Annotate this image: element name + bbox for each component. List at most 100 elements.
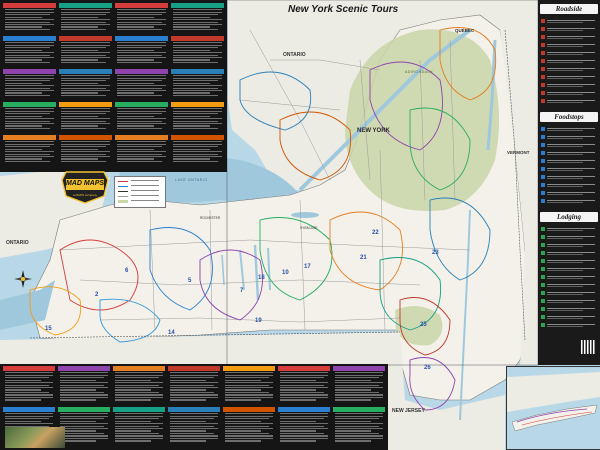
legend-row (118, 184, 162, 188)
text-line (173, 120, 219, 122)
listing-marker-icon (541, 299, 545, 303)
text-line (5, 389, 42, 391)
tour-heading-bar (59, 3, 112, 8)
text-line (117, 146, 163, 148)
tour-heading-bar (59, 69, 112, 74)
label-syracuse: SYRACUSE (300, 226, 318, 230)
text-line (117, 75, 166, 77)
scenic-photo (5, 427, 65, 448)
text-line (5, 146, 51, 148)
tour-number-marker: 21 (360, 255, 367, 261)
tour-description-block (278, 407, 330, 446)
listing-marker-icon (541, 99, 545, 103)
listing-marker-icon (541, 259, 545, 263)
text-line (5, 113, 51, 115)
tour-description-block (113, 407, 165, 446)
text-line (61, 54, 107, 56)
text-line (173, 14, 219, 16)
sidebar-listing (541, 74, 597, 80)
attractions-heading: Roadside Attractions (540, 4, 598, 23)
text-line (115, 387, 163, 389)
tour-number-marker: 17 (304, 264, 311, 270)
text-line (117, 123, 166, 125)
text-line (5, 75, 54, 77)
text-line (60, 372, 108, 374)
text-line (60, 382, 108, 384)
text-line (61, 87, 107, 89)
text-line (115, 399, 152, 401)
text-line (5, 391, 50, 394)
text-line (61, 115, 99, 117)
tour-heading-bar (115, 36, 168, 41)
label-new-york: NEW YORK (357, 128, 390, 134)
text-line (115, 437, 163, 440)
text-line (61, 28, 107, 31)
text-line (173, 57, 222, 59)
text-line (225, 423, 273, 425)
text-line (173, 75, 222, 77)
text-line (173, 92, 211, 94)
text-line (173, 44, 222, 46)
text-line (5, 21, 51, 23)
text-line (5, 94, 51, 97)
listing-marker-icon (541, 315, 545, 319)
text-line (60, 387, 108, 389)
tour-descriptions-panel-top (0, 0, 227, 172)
text-line (280, 382, 328, 384)
text-line (115, 430, 152, 432)
text-line (61, 9, 110, 11)
text-line (61, 158, 99, 160)
text-line (115, 423, 163, 425)
sidebar-listing (541, 158, 597, 164)
listing-marker-icon (541, 135, 545, 139)
text-line (117, 148, 155, 150)
listing-marker-icon (541, 127, 545, 131)
text-line (170, 391, 215, 394)
text-line (225, 437, 273, 440)
text-line (60, 391, 105, 394)
text-line (335, 418, 380, 420)
text-line (173, 153, 219, 155)
text-line (173, 148, 211, 150)
tour-heading-bar (115, 69, 168, 74)
map-title: New York Scenic Tours (288, 4, 399, 15)
text-line (280, 379, 317, 381)
text-line (117, 153, 163, 155)
text-line (117, 141, 166, 143)
text-line (225, 384, 270, 386)
tour-description-block (223, 407, 275, 446)
text-line (5, 384, 50, 386)
text-line (225, 415, 273, 417)
text-line (335, 384, 380, 386)
listing-marker-icon (541, 183, 545, 187)
text-line (173, 82, 211, 84)
text-line (173, 9, 222, 11)
text-line (173, 146, 219, 148)
label-ontario-west: ONTARIO (6, 240, 29, 246)
text-line (61, 82, 99, 84)
text-line (335, 394, 383, 396)
text-line (117, 26, 155, 28)
label-vermont: VERMONT (507, 150, 530, 155)
text-line (225, 396, 273, 399)
tour-number-marker: 15 (45, 326, 52, 332)
qr-code (581, 340, 595, 354)
text-line (280, 420, 317, 422)
text-line (115, 415, 163, 417)
text-line (115, 420, 152, 422)
tour-heading-bar (3, 69, 56, 74)
text-line (173, 123, 222, 125)
text-line (173, 52, 222, 54)
tour-heading-bar (3, 366, 55, 371)
text-line (5, 59, 43, 61)
text-line (61, 24, 110, 26)
text-line (170, 384, 215, 386)
text-line (5, 14, 51, 16)
map-legend (114, 176, 166, 208)
tour-heading-bar (333, 366, 385, 371)
text-line (60, 413, 108, 415)
text-line (170, 374, 218, 376)
text-line (225, 389, 262, 391)
text-line (115, 391, 160, 394)
text-line (170, 440, 207, 442)
